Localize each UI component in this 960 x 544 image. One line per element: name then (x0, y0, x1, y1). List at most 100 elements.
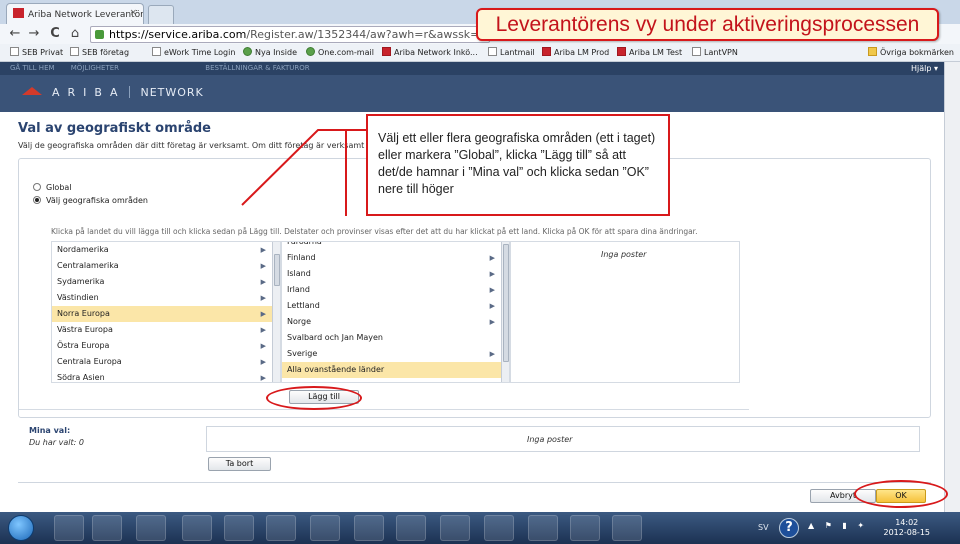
subregion-list: Inga poster (510, 241, 740, 383)
country-list: Färöarna Finland ▶ Island ▶ Irland ▶ Lettland ▶ N… (281, 241, 510, 383)
powerpoint-icon[interactable] (266, 515, 296, 541)
expand-arrow-icon: ▶ (260, 294, 266, 302)
clock-date: 2012-08-15 (883, 528, 931, 537)
scroll-thumb[interactable] (503, 244, 509, 362)
region-label: Östra Europa (57, 341, 110, 350)
region-label: Västra Europa (57, 325, 113, 334)
word-icon[interactable] (224, 515, 254, 541)
page-scrollbar[interactable] (944, 62, 960, 512)
forward-button[interactable]: → (27, 27, 41, 41)
spotify-icon[interactable] (396, 515, 426, 541)
link-icon (243, 47, 252, 56)
region-label: Centralamerika (57, 261, 119, 270)
bookmark-item[interactable]: SEB Privat (10, 44, 63, 62)
region-item[interactable]: Södra Asien ▶ (52, 370, 280, 382)
help-icon[interactable]: ? (779, 518, 799, 538)
nav-opportunities[interactable]: MÖJLIGHETER (71, 64, 119, 72)
chrome-icon[interactable] (92, 515, 122, 541)
bookmark-item[interactable]: Lantmail (488, 44, 535, 62)
excel-icon[interactable] (310, 515, 340, 541)
region-item[interactable]: Västra Europa ▶ (52, 322, 280, 338)
outlook-icon[interactable] (354, 515, 384, 541)
country-item[interactable]: Sverige ▶ (282, 346, 509, 362)
radio-select-regions[interactable]: Välj geografiska områden (33, 196, 148, 205)
bookmark-item[interactable]: LantVPN (692, 44, 738, 62)
paint-icon[interactable] (528, 515, 558, 541)
back-button[interactable]: ← (8, 27, 22, 41)
country-item[interactable]: Norge ▶ (282, 314, 509, 330)
region-item[interactable]: Västindien ▶ (52, 290, 280, 306)
other-bookmarks[interactable]: Övriga bokmärken (868, 44, 954, 62)
expand-arrow-icon: ▶ (260, 342, 266, 350)
country-item[interactable]: Lettland ▶ (282, 298, 509, 314)
nav-orders[interactable]: BESTÄLLNINGAR & FAKTUROR (205, 64, 309, 72)
region-item[interactable]: Norra Europa ▶ (52, 306, 280, 322)
expand-arrow-icon: ▶ (260, 278, 266, 286)
expand-arrow-icon: ▶ (489, 302, 495, 310)
selected-label: Mina val: (29, 426, 71, 435)
start-button-icon[interactable] (8, 515, 34, 541)
nav-home[interactable]: GÅ TILL HEM (10, 64, 55, 72)
app-icon[interactable] (484, 515, 514, 541)
page-icon (152, 47, 161, 56)
clock[interactable]: 14:02 2012-08-15 (884, 518, 931, 538)
new-tab-button[interactable] (148, 5, 174, 24)
ariba-icon (542, 47, 551, 56)
page-icon (70, 47, 79, 56)
url-field[interactable]: https://service.ariba.com/Register.aw/13… (90, 26, 490, 43)
country-item[interactable]: Irland ▶ (282, 282, 509, 298)
annotation-box: Välj ett eller flera geografiska områden… (366, 114, 670, 216)
app-icon[interactable] (570, 515, 600, 541)
app-icon[interactable] (54, 515, 84, 541)
globe-icon (306, 47, 315, 56)
country-item[interactable]: Svalbard och Jan Mayen (282, 330, 509, 346)
region-item[interactable]: Centrala Europa ▶ (52, 354, 280, 370)
country-item[interactable]: Island ▶ (282, 266, 509, 282)
remove-button[interactable]: Ta bort (208, 457, 271, 471)
highlight-add-button (266, 386, 362, 410)
bookmark-item[interactable]: eWork Time Login (152, 44, 235, 62)
bookmark-item[interactable]: One.com-mail (306, 44, 374, 62)
help-button[interactable]: Hjälp ▾ (911, 64, 938, 74)
region-label: Norra Europa (57, 309, 110, 318)
region-item[interactable]: Centralamerika ▶ (52, 258, 280, 274)
country-label: Alla ovanstående länder (287, 365, 385, 374)
explorer-icon[interactable] (136, 515, 166, 541)
other-bookmarks-label: Övriga bokmärken (880, 48, 954, 57)
ariba-logo: ARIBA NETWORK (22, 86, 204, 99)
windows-taskbar: SV ? ▲ ⚑ ▮ ✦ 14:02 2012-08-15 (0, 512, 960, 544)
tray-icons[interactable]: ▲ ⚑ ▮ ✦ (808, 521, 868, 530)
region-item[interactable]: Sydamerika ▶ (52, 274, 280, 290)
scroll-thumb[interactable] (274, 254, 280, 286)
bookmark-item[interactable]: Nya Inside (243, 44, 297, 62)
radio-global[interactable]: Global (33, 183, 72, 192)
bookmark-item[interactable]: Ariba LM Test (617, 44, 682, 62)
region-item[interactable]: Östra Europa ▶ (52, 338, 280, 354)
bookmark-item[interactable]: Ariba LM Prod (542, 44, 609, 62)
internet-explorer-icon[interactable] (182, 515, 212, 541)
bookmark-label: Ariba LM Test (629, 48, 683, 57)
region-scrollbar[interactable] (272, 242, 280, 382)
region-item[interactable]: Nordamerika ▶ (52, 242, 280, 258)
close-tab-icon[interactable]: × (129, 8, 137, 18)
bookmark-item[interactable]: Ariba Network Inkö... (382, 44, 478, 62)
reload-button[interactable]: C (48, 27, 62, 41)
app-icon[interactable] (440, 515, 470, 541)
browser-tab[interactable]: Ariba Network Leverantör × (6, 3, 144, 24)
home-button[interactable]: ⌂ (68, 27, 82, 41)
hp-icon[interactable] (612, 515, 642, 541)
bookmark-item[interactable]: SEB företag (70, 44, 129, 62)
country-item[interactable]: Alla ovanstående länder (282, 362, 509, 378)
country-scrollbar[interactable] (501, 242, 509, 382)
language-indicator[interactable]: SV (758, 523, 769, 532)
country-label: Lettland (287, 301, 320, 310)
country-item[interactable]: Färöarna (282, 242, 509, 250)
expand-arrow-icon: ▶ (489, 286, 495, 294)
page-description: Välj de geografiska områden där ditt för… (18, 141, 365, 150)
country-item[interactable]: Finland ▶ (282, 250, 509, 266)
page-title: Val av geografiskt område (18, 121, 211, 136)
subregion-empty: Inga poster (601, 250, 647, 259)
bookmarks-bar: SEB Privat SEB företag eWork Time Login … (0, 44, 960, 62)
bookmark-label: SEB Privat (22, 48, 64, 57)
region-list: Nordamerika ▶ Centralamerika ▶ Sydamerika ▶ Vä… (51, 241, 281, 383)
